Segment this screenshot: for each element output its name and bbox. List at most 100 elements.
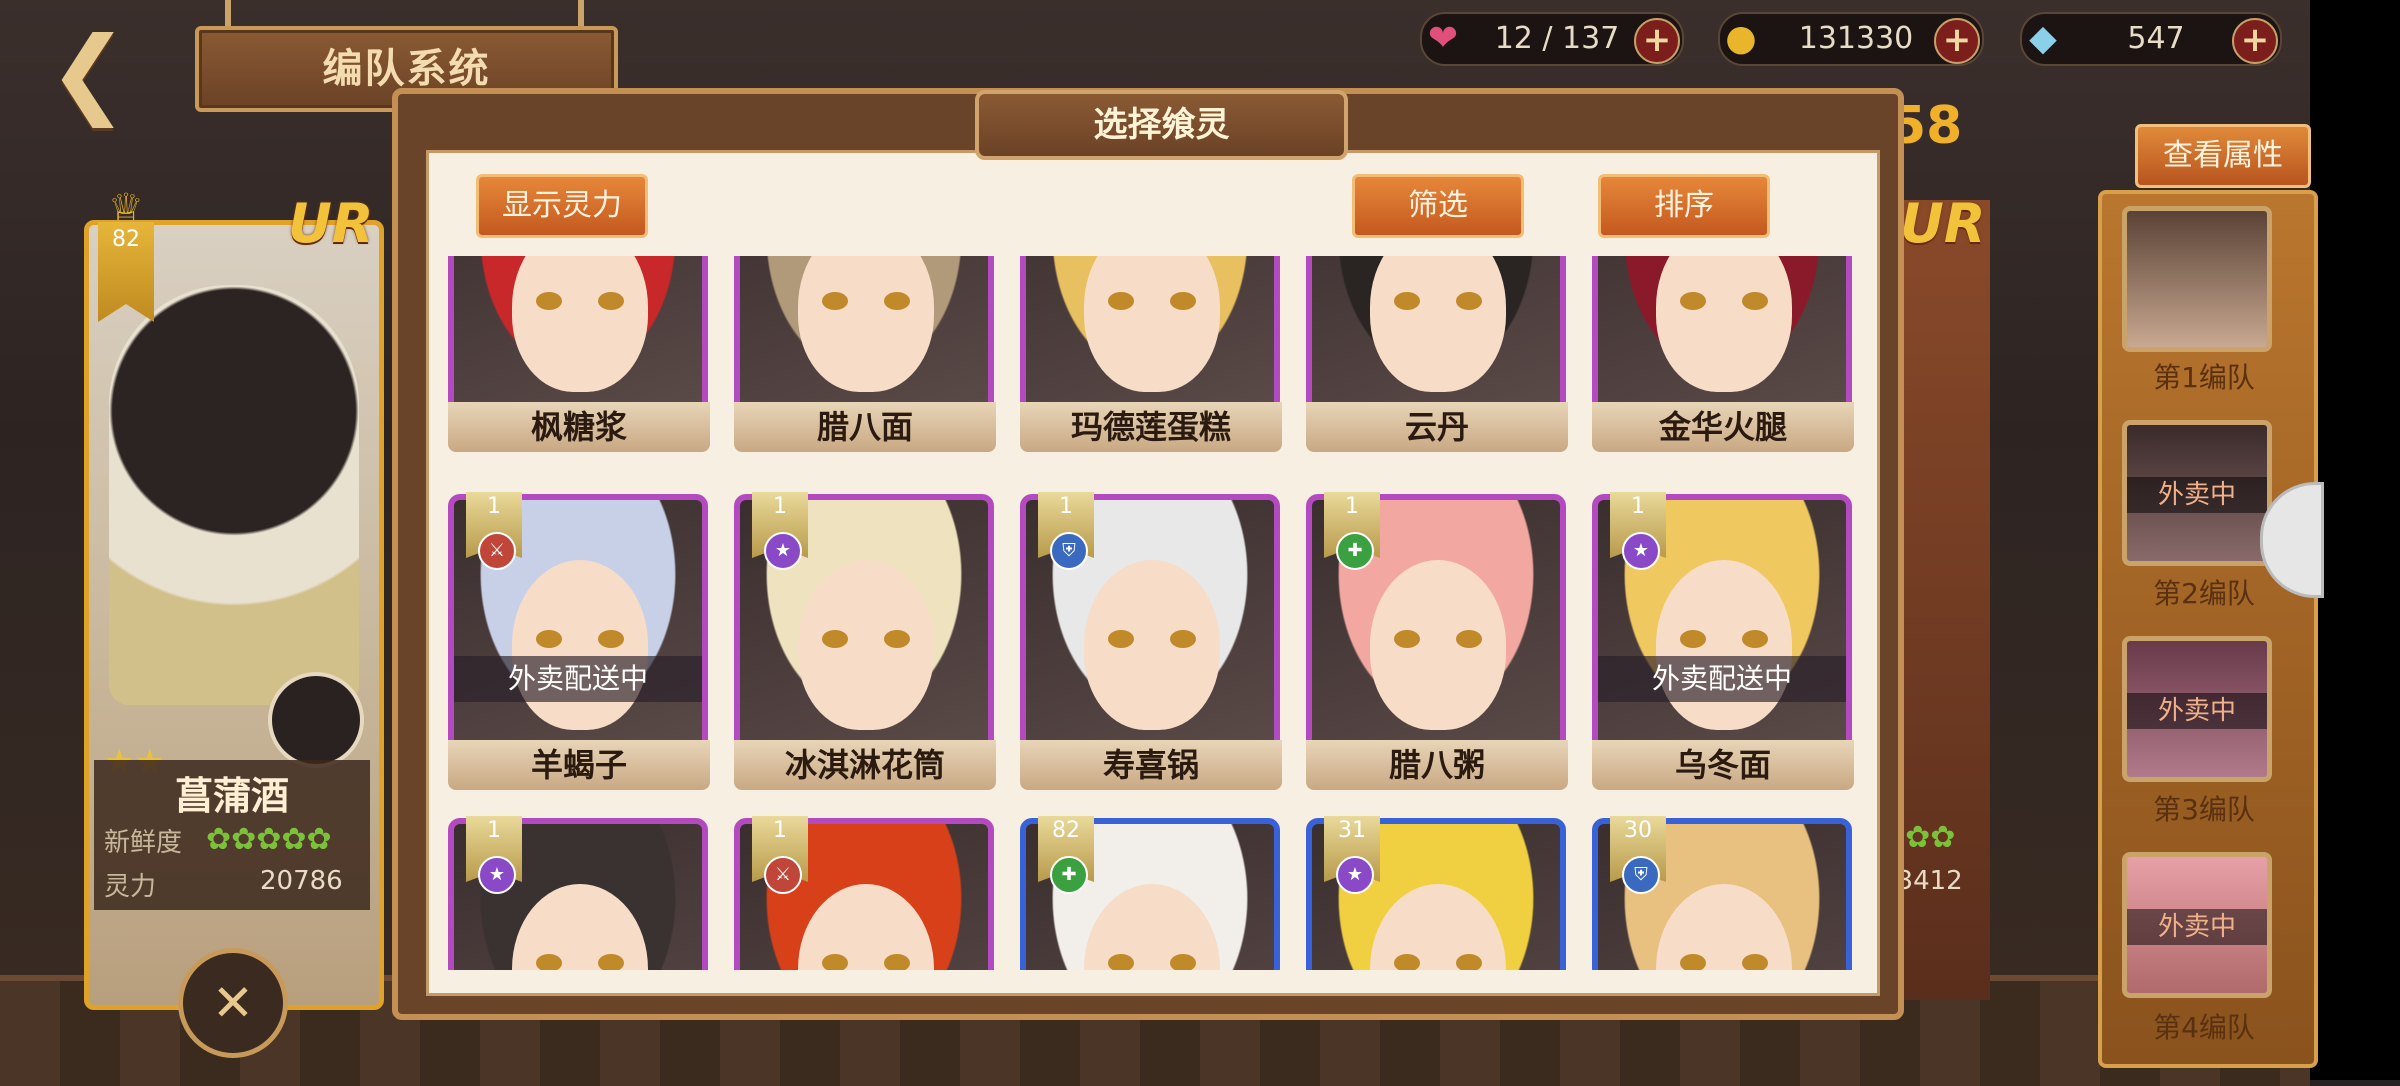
character-card[interactable]: 玛德莲蛋糕 [1020, 256, 1282, 472]
character-face [512, 560, 648, 730]
character-card[interactable]: 30 ⛨ [1592, 816, 1854, 970]
character-face [1656, 560, 1792, 730]
star-icon: ★ [1622, 532, 1660, 570]
team-3-thumb[interactable]: 外卖中 [2122, 636, 2272, 782]
character-name: 寿喜锅 [1020, 740, 1282, 790]
eye [598, 292, 624, 310]
eye [1680, 954, 1706, 970]
character-card[interactable]: 1 ★ 冰淇淋花筒 [734, 492, 996, 810]
team-4-label[interactable]: 第4编队 [2098, 1006, 2310, 1046]
show-power-button[interactable]: 显示灵力 [476, 174, 648, 238]
crystal-icon: ◆ [2029, 18, 2057, 59]
coin-icon: ● [1725, 18, 1757, 59]
character-name: 金华火腿 [1592, 402, 1854, 452]
team-1-thumb[interactable] [2122, 206, 2272, 352]
eye [1456, 954, 1482, 970]
character-portrait [109, 285, 359, 705]
eye [1680, 292, 1706, 310]
character-card[interactable]: 金华火腿 [1592, 256, 1854, 472]
character-name: 云丹 [1306, 402, 1568, 452]
team-3-status: 外卖中 [2127, 693, 2267, 729]
eye [1394, 630, 1420, 648]
stamina-resource: ❤ 12 / 137 + [1420, 12, 1684, 66]
character-card[interactable]: 外卖配送中 1 ⚔ 羊蝎子 [448, 492, 710, 810]
add-stamina-button[interactable]: + [1634, 18, 1680, 64]
rarity-badge: UR [288, 192, 374, 255]
shield-icon: ⛨ [1050, 532, 1088, 570]
character-card[interactable]: 1 ✚ 腊八粥 [1306, 492, 1568, 810]
coin-value: 131330 [1798, 21, 1914, 56]
sword-icon: ⚔ [478, 532, 516, 570]
power-label: 灵力 [104, 872, 157, 902]
character-face [1656, 256, 1792, 392]
character-card[interactable]: 82 ✚ [1020, 816, 1282, 970]
stamina-value: 12 / 137 [1494, 21, 1620, 56]
character-card[interactable]: 枫糖浆 [448, 256, 710, 472]
cross-icon: ✚ [1336, 532, 1374, 570]
rarity-badge-right: UR [1900, 192, 1986, 255]
character-face [1370, 560, 1506, 730]
eye [1170, 954, 1196, 970]
freshness-leaf-icon: ✿✿✿✿✿ [206, 822, 332, 857]
eye [1742, 630, 1768, 648]
view-attributes-button[interactable]: 查看属性 [2135, 124, 2311, 188]
team-3-label[interactable]: 第3编队 [2098, 788, 2310, 828]
eye [1680, 630, 1706, 648]
eye [884, 292, 910, 310]
character-portrait [448, 256, 708, 416]
eye [1394, 292, 1420, 310]
team-2-thumb[interactable]: 外卖中 [2122, 420, 2272, 566]
eye [822, 954, 848, 970]
character-card[interactable]: 云丹 [1306, 256, 1568, 472]
crystal-value: 547 [2127, 21, 2185, 56]
character-face [798, 256, 934, 392]
eye [1108, 630, 1134, 648]
character-name: 玛德莲蛋糕 [1020, 402, 1282, 452]
star-icon: ★ [478, 856, 516, 894]
eye [536, 292, 562, 310]
team-2-status: 外卖中 [2127, 477, 2267, 513]
character-name: 枫糖浆 [448, 402, 710, 452]
team-4-status: 外卖中 [2127, 909, 2267, 945]
character-card[interactable]: 1 ⚔ [734, 816, 996, 970]
character-portrait [1592, 256, 1852, 416]
eye [598, 954, 624, 970]
eye [1108, 954, 1134, 970]
eye [822, 630, 848, 648]
character-card[interactable]: 1 ★ [448, 816, 710, 970]
sort-button[interactable]: 排序 [1598, 174, 1770, 238]
back-button[interactable]: ❮ [48, 24, 158, 120]
team-1-label[interactable]: 第1编队 [2098, 356, 2310, 396]
fork-knife-icon[interactable]: ✕ [178, 948, 288, 1058]
eye [822, 292, 848, 310]
eye [1108, 292, 1134, 310]
character-card[interactable]: 31 ★ [1306, 816, 1568, 970]
delivery-status: 外卖配送中 [454, 656, 702, 702]
eye [1170, 292, 1196, 310]
character-card[interactable]: 1 ⛨ 寿喜锅 [1020, 492, 1282, 810]
eye [536, 954, 562, 970]
eye [1394, 954, 1420, 970]
character-name: 乌冬面 [1592, 740, 1854, 790]
team-4-thumb[interactable]: 外卖中 [2122, 852, 2272, 998]
crystal-resource: ◆ 547 + [2020, 12, 2282, 66]
add-coin-button[interactable]: + [1934, 18, 1980, 64]
character-card[interactable]: 腊八面 [734, 256, 996, 472]
character-name: 冰淇淋花筒 [734, 740, 996, 790]
character-face [512, 256, 648, 392]
add-crystal-button[interactable]: + [2232, 18, 2278, 64]
coin-resource: ● 131330 + [1718, 12, 1984, 66]
character-face [1370, 256, 1506, 392]
character-card[interactable]: 外卖配送中 1 ★ 乌冬面 [1592, 492, 1854, 810]
skill-icon[interactable] [268, 672, 364, 768]
character-name: 菖蒲酒 [174, 774, 289, 818]
delivery-status: 外卖配送中 [1598, 656, 1846, 702]
eye [884, 954, 910, 970]
filter-button[interactable]: 筛选 [1352, 174, 1524, 238]
character-face [798, 560, 934, 730]
character-portrait [1020, 256, 1280, 416]
character-grid: 枫糖浆 腊八面 玛德莲蛋糕 云丹 金华火腿 外卖配送中 1 ⚔ 羊蝎子 1 ★ 冰淇淋花筒 1 ⛨ 寿喜锅 1… [442, 256, 1862, 970]
freshness-label: 新鲜度 [104, 828, 183, 858]
character-face [1084, 256, 1220, 392]
sword-icon: ⚔ [764, 856, 802, 894]
